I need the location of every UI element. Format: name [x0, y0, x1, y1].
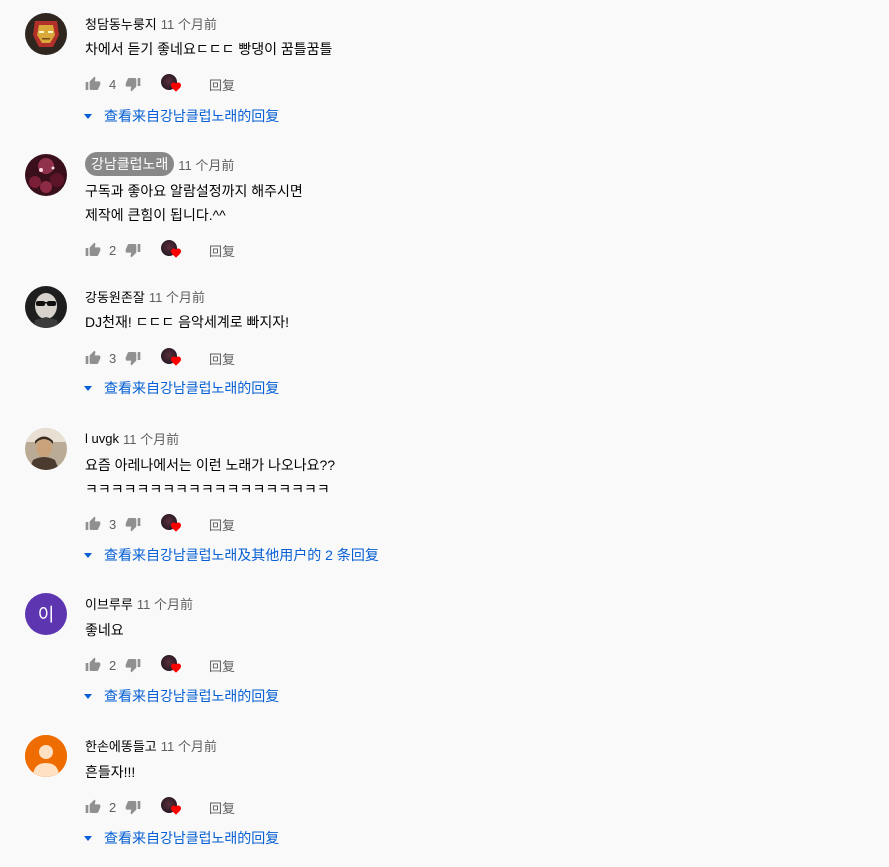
view-replies-button[interactable]: 查看来自강남클럽노래的回复 — [83, 686, 279, 706]
iron-man-avatar[interactable] — [25, 13, 67, 55]
comment-line: 요즘 아레나에서는 이런 노래가 나오나요?? — [85, 457, 336, 473]
creator-heart-badge — [161, 797, 183, 817]
view-replies-button[interactable]: 查看来自강남클럽노래的回复 — [83, 378, 279, 398]
comment-header: 한손에똥들고 11 个月前 — [85, 735, 217, 755]
comment-header: 이브루루 11 个月前 — [85, 593, 193, 613]
like-count: 2 — [109, 242, 117, 258]
comment-line: 좋네요 — [85, 622, 124, 638]
letter-avatar[interactable]: 이 — [25, 593, 67, 635]
comment-time[interactable]: 11 个月前 — [123, 429, 179, 448]
person-photo-avatar[interactable] — [25, 428, 67, 470]
comment-line: 제작에 큰힘이 됩니다.^^ — [85, 207, 226, 223]
comment-line: 차에서 듣기 좋네요ㄷㄷㄷ 빵댕이 꿈틀꿈틀 — [85, 41, 333, 57]
like-count: 4 — [109, 76, 117, 92]
comment-text: DJ천재! ㄷㄷㄷ 음악세계로 빠지자! — [85, 310, 289, 334]
heart-icon — [171, 248, 181, 258]
comment-actions: 2 回复 — [85, 655, 235, 675]
author-name[interactable]: 한손에똥들고 — [85, 736, 157, 755]
comment-text: 흔들자!!! — [85, 760, 135, 784]
creator-heart-badge — [161, 74, 183, 94]
thumb-down-icon[interactable] — [125, 350, 141, 366]
comment-time[interactable]: 11 个月前 — [149, 287, 205, 306]
thumb-up-icon[interactable] — [85, 657, 101, 673]
creator-heart-badge — [161, 348, 183, 368]
thumb-up-icon[interactable] — [85, 76, 101, 92]
view-replies-label: 查看来自강남클럽노래的回复 — [104, 688, 280, 704]
comment-actions: 3 回复 — [85, 348, 235, 368]
comment-line: 흔들자!!! — [85, 764, 136, 780]
thumb-down-icon[interactable] — [125, 657, 141, 673]
comment-actions: 3 回复 — [85, 514, 235, 534]
thumb-up-icon[interactable] — [85, 242, 101, 258]
thumb-up-icon[interactable] — [85, 799, 101, 815]
author-name[interactable]: 강동원존잘 — [85, 287, 145, 306]
comment-text: 차에서 듣기 좋네요ㄷㄷㄷ 빵댕이 꿈틀꿈틀 — [85, 37, 332, 61]
thumb-down-icon[interactable] — [125, 242, 141, 258]
reply-button[interactable]: 回复 — [209, 349, 235, 368]
thumb-down-icon[interactable] — [125, 799, 141, 815]
view-replies-label: 查看来自강남클럽노래的回复 — [104, 830, 280, 846]
comment-actions: 4 回复 — [85, 74, 235, 94]
club-crowd-avatar[interactable] — [25, 154, 67, 196]
comment-header: 청담동누룽지 11 个月前 — [85, 13, 217, 33]
author-name[interactable]: 청담동누룽지 — [85, 14, 157, 33]
like-count: 3 — [109, 516, 117, 532]
comment-text: 좋네요 — [85, 618, 124, 642]
comment-actions: 2 回复 — [85, 240, 235, 260]
heart-icon — [171, 805, 181, 815]
comment-time[interactable]: 11 个月前 — [161, 14, 217, 33]
heart-icon — [171, 82, 181, 92]
like-count: 3 — [109, 350, 117, 366]
author-name[interactable]: l uvgk — [85, 431, 119, 446]
comment-line: ㅋㅋㅋㅋㅋㅋㅋㅋㅋㅋㅋㅋㅋㅋㅋㅋㅋㅋㅋ — [85, 481, 330, 497]
comment-time[interactable]: 11 个月前 — [161, 736, 217, 755]
comment-time[interactable]: 11 个月前 — [178, 155, 234, 174]
comment-header: 강동원존잘 11 个月前 — [85, 286, 205, 306]
view-replies-button[interactable]: 查看来自강남클럽노래的回复 — [83, 828, 279, 848]
view-replies-label: 查看来自강남클럽노래的回复 — [104, 108, 280, 124]
reply-button[interactable]: 回复 — [209, 515, 235, 534]
reply-button[interactable]: 回复 — [209, 75, 235, 94]
caret-down-icon — [84, 693, 92, 699]
comment-header: 강남클럽노래 11 个月前 — [85, 152, 234, 176]
thumb-down-icon[interactable] — [125, 516, 141, 532]
like-count: 2 — [109, 657, 117, 673]
heart-icon — [171, 663, 181, 673]
comment-time[interactable]: 11 个月前 — [137, 594, 193, 613]
caret-down-icon — [84, 835, 92, 841]
creator-heart-badge — [161, 655, 183, 675]
comment-text: 구독과 좋아요 알람설정까지 해주시면 제작에 큰힘이 됩니다.^^ — [85, 179, 303, 227]
caret-down-icon — [84, 113, 92, 119]
reply-button[interactable]: 回复 — [209, 656, 235, 675]
heart-icon — [171, 522, 181, 532]
heart-icon — [171, 356, 181, 366]
thumb-up-icon[interactable] — [85, 516, 101, 532]
view-replies-button[interactable]: 查看来自강남클럽노래的回复 — [83, 106, 279, 126]
thumb-down-icon[interactable] — [125, 76, 141, 92]
caret-down-icon — [84, 385, 92, 391]
comment-line: DJ천재! ㄷㄷㄷ 음악세계로 빠지자! — [85, 314, 289, 330]
comment-text: 요즘 아레나에서는 이런 노래가 나오나요?? ㅋㅋㅋㅋㅋㅋㅋㅋㅋㅋㅋㅋㅋㅋㅋㅋ… — [85, 453, 335, 501]
view-replies-button[interactable]: 查看来自강남클럽노래及其他用户的 2 条回复 — [83, 545, 379, 565]
reply-button[interactable]: 回复 — [209, 241, 235, 260]
sunglasses-man-avatar[interactable] — [25, 286, 67, 328]
creator-heart-badge — [161, 240, 183, 260]
default-person-avatar[interactable] — [25, 735, 67, 777]
author-name[interactable]: 이브루루 — [85, 594, 133, 613]
like-count: 2 — [109, 799, 117, 815]
author-name-badge[interactable]: 강남클럽노래 — [85, 152, 175, 176]
creator-heart-badge — [161, 514, 183, 534]
caret-down-icon — [84, 552, 92, 558]
avatar-letter: 이 — [37, 605, 55, 625]
view-replies-label: 查看来自강남클럽노래的回复 — [104, 380, 280, 396]
comment-actions: 2 回复 — [85, 797, 235, 817]
thumb-up-icon[interactable] — [85, 350, 101, 366]
view-replies-label: 查看来自강남클럽노래及其他用户的 2 条回复 — [104, 547, 379, 563]
comment-line: 구독과 좋아요 알람설정까지 해주시면 — [85, 183, 303, 199]
reply-button[interactable]: 回复 — [209, 798, 235, 817]
comment-header: l uvgk 11 个月前 — [85, 428, 179, 448]
